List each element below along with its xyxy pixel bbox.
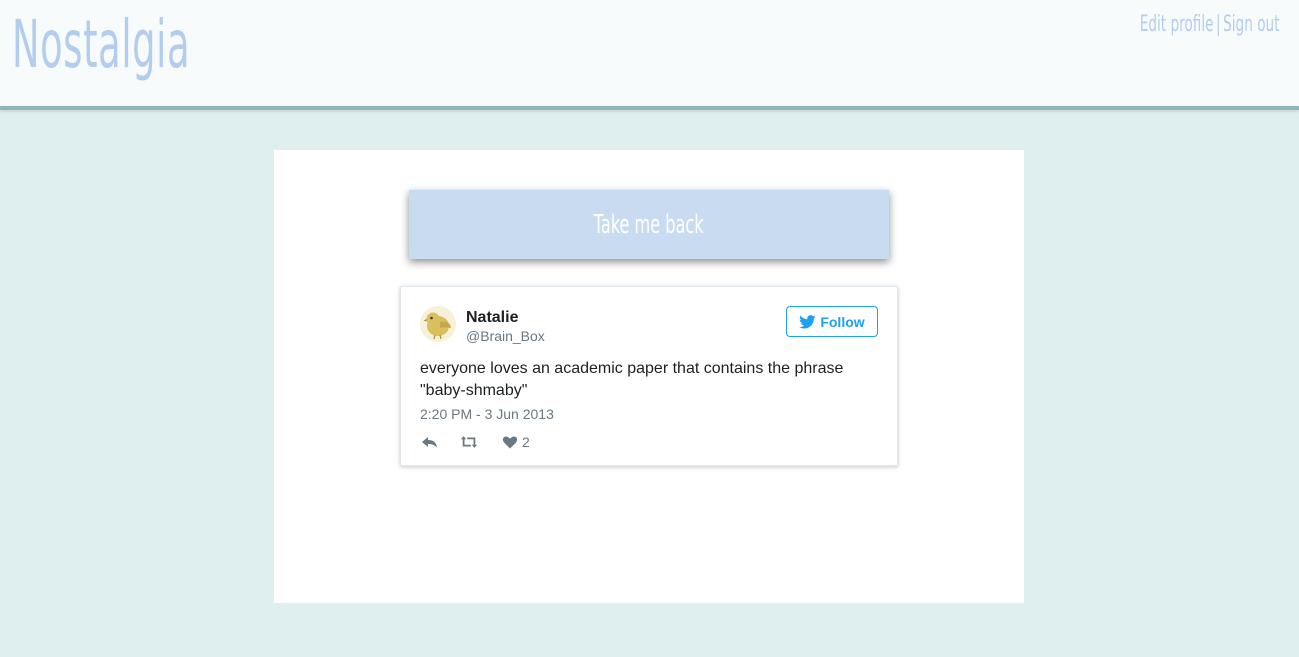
embedded-tweet: Natalie @Brain_Box Follow everyone loves… [400, 286, 898, 466]
edit-profile-link[interactable]: Edit profile [1140, 12, 1214, 37]
app-header: Nostalgia Edit profile | Sign out [0, 0, 1299, 110]
twitter-bird-icon [799, 314, 816, 328]
header-nav: Edit profile | Sign out [1140, 12, 1280, 37]
bird-avatar-icon[interactable] [420, 306, 456, 342]
content-panel: Take me back Natalie @Brain_Box Follow e… [274, 150, 1024, 603]
reply-icon[interactable] [421, 434, 441, 450]
follow-label: Follow [820, 313, 865, 330]
take-me-back-button[interactable]: Take me back [409, 190, 889, 259]
nav-separator: | [1216, 12, 1222, 37]
tweet-timestamp[interactable]: 2:20 PM - 3 Jun 2013 [420, 406, 554, 422]
sign-out-link[interactable]: Sign out [1224, 12, 1280, 37]
app-logo[interactable]: Nostalgia [12, 6, 190, 83]
follow-button[interactable]: Follow [786, 306, 878, 337]
tweet-text: everyone loves an academic paper that co… [420, 360, 844, 399]
heart-icon[interactable] [502, 434, 518, 450]
tweet-author-handle[interactable]: @Brain_Box [466, 328, 545, 344]
tweet-actions: 2 [420, 432, 530, 452]
retweet-icon[interactable] [460, 434, 480, 450]
like-count: 2 [522, 434, 530, 450]
take-me-back-label: Take me back [594, 209, 704, 240]
tweet-author-name[interactable]: Natalie [466, 309, 518, 327]
